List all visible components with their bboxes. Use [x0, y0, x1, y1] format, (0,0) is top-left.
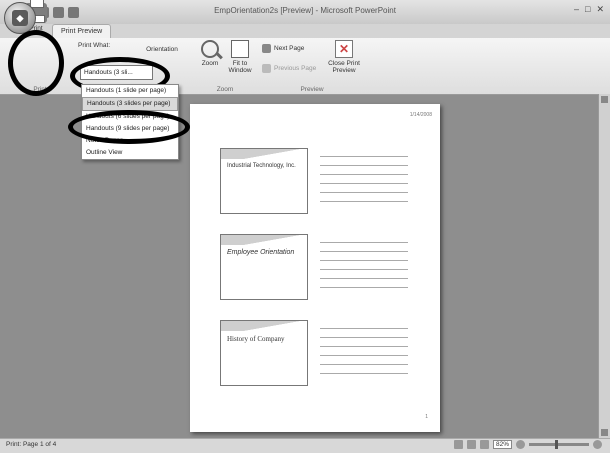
next-page-label: Next Page — [274, 45, 305, 52]
annotation-circle-dropdown — [68, 110, 190, 144]
maximize-button[interactable]: □ — [585, 4, 590, 15]
office-logo-icon: ◆ — [12, 10, 28, 26]
annotation-circle-print — [8, 30, 64, 96]
zoom-slider[interactable] — [529, 440, 589, 449]
page-date: 1/14/2008 — [409, 112, 432, 118]
fit-window-icon — [231, 40, 249, 58]
dropdown-item[interactable]: Handouts (1 slide per page) — [82, 85, 178, 97]
print-what-label: Print What: — [78, 42, 111, 49]
slide-sorter-icon[interactable] — [466, 440, 476, 449]
previous-page-button[interactable]: Previous Page — [262, 64, 316, 73]
note-lines — [320, 328, 408, 382]
slide-band — [221, 149, 307, 159]
note-lines — [320, 242, 408, 296]
group-label-zoom: Zoom — [216, 86, 234, 93]
slide-thumbnail: Industrial Technology, Inc. — [220, 148, 308, 214]
dropdown-item-selected[interactable]: Handouts (3 slides per page) — [82, 97, 178, 111]
preview-page: 1/14/2008 Industrial Technology, Inc. Em… — [190, 104, 440, 432]
fit-label: Fit to Window — [228, 60, 252, 74]
magnifier-icon — [201, 40, 219, 58]
slide-band — [221, 235, 307, 245]
previous-page-icon — [262, 64, 271, 73]
tab-print-preview[interactable]: Print Preview — [52, 24, 112, 39]
page-number: 1 — [425, 414, 428, 420]
zoom-percent[interactable]: 82% — [492, 440, 512, 449]
orientation-button[interactable]: Orientation — [140, 46, 184, 53]
scroll-down-icon[interactable] — [601, 429, 608, 436]
window-controls: – □ ✕ — [574, 4, 604, 15]
slide-title: Industrial Technology, Inc. — [227, 163, 296, 169]
close-print-preview-button[interactable]: ✕ Close Print Preview — [326, 40, 362, 74]
slide-thumbnail: Employee Orientation — [220, 234, 308, 300]
close-label: Close Print Preview — [328, 60, 360, 74]
status-page-info: Print: Page 1 of 4 — [6, 441, 57, 448]
next-page-icon — [262, 44, 271, 53]
zoom-button[interactable]: Zoom — [196, 40, 224, 67]
office-button[interactable]: ◆ — [4, 2, 36, 34]
zoom-in-icon[interactable] — [593, 440, 602, 449]
close-icon: ✕ — [335, 40, 353, 58]
slide-band — [221, 321, 307, 331]
previous-page-label: Previous Page — [274, 65, 317, 72]
slide-title: History of Company — [227, 335, 285, 343]
vertical-scrollbar[interactable] — [598, 94, 610, 438]
slide-title: Employee Orientation — [227, 249, 295, 256]
note-lines — [320, 156, 408, 210]
zoom-label: Zoom — [201, 60, 219, 67]
next-page-button[interactable]: Next Page — [262, 44, 304, 53]
window-title: EmpOrientation2s [Preview] - Microsoft P… — [214, 6, 396, 15]
dropdown-item[interactable]: Outline View — [82, 147, 178, 159]
orientation-label: Orientation — [146, 46, 178, 53]
status-controls: 82% — [453, 440, 602, 449]
zoom-out-icon[interactable] — [516, 440, 525, 449]
minimize-button[interactable]: – — [574, 4, 579, 15]
slideshow-icon[interactable] — [479, 440, 489, 449]
slide-thumbnail: History of Company — [220, 320, 308, 386]
scroll-up-icon[interactable] — [601, 96, 608, 103]
group-label-preview: Preview — [300, 86, 324, 93]
close-window-button[interactable]: ✕ — [596, 4, 604, 15]
fit-to-window-button[interactable]: Fit to Window — [226, 40, 254, 74]
normal-view-icon[interactable] — [453, 440, 463, 449]
